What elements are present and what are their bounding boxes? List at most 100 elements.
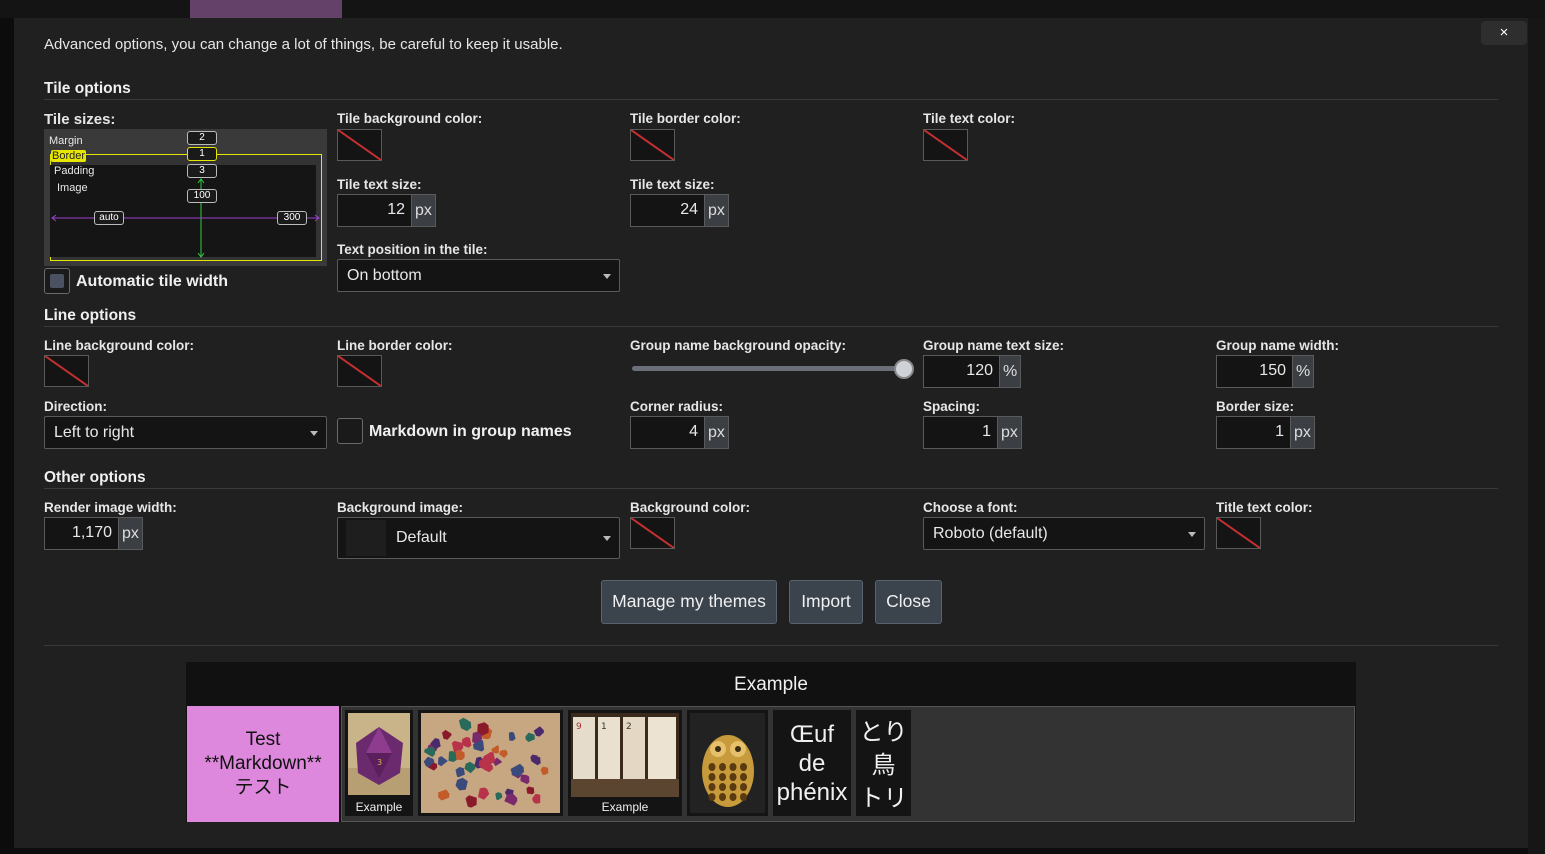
manage-themes-button[interactable]: Manage my themes	[601, 580, 777, 624]
import-button[interactable]: Import	[789, 580, 863, 624]
owl-carving	[729, 763, 737, 771]
owl-carving	[719, 793, 726, 801]
spacing-label: Spacing:	[923, 399, 981, 414]
line-bg-color-picker[interactable]	[44, 355, 89, 387]
min-width-input[interactable]: auto	[94, 211, 124, 225]
title-text-color-label: Title text color:	[1216, 500, 1313, 515]
preview-title: Example	[734, 674, 808, 695]
px-unit: px	[998, 416, 1022, 449]
tile-border-color-picker[interactable]	[630, 129, 675, 161]
border-size-label: Border size:	[1216, 399, 1295, 414]
px-unit: px	[1291, 416, 1315, 449]
divider	[44, 99, 1498, 100]
corner-radius-label: Corner radius:	[630, 399, 724, 414]
owl-carving	[740, 783, 747, 791]
owl-carving	[719, 783, 726, 791]
owl-carving	[729, 783, 737, 791]
px-unit: px	[705, 416, 729, 449]
bg-image-thumbnail	[346, 520, 386, 556]
other-options-title: Other options	[44, 469, 146, 486]
font-value: Roboto (default)	[933, 525, 1048, 542]
group-width-label: Group name width:	[1216, 338, 1339, 353]
tile-text-line: Œuf	[789, 721, 834, 748]
group-name-line: Test	[245, 729, 281, 750]
render-width-field: 1,170 px	[44, 517, 143, 550]
group-opacity-slider-thumb[interactable]	[894, 359, 914, 379]
tile-text-color-picker[interactable]	[923, 129, 968, 161]
px-unit: px	[705, 194, 729, 227]
owl-image	[690, 713, 765, 813]
bg-image-label: Background image:	[337, 500, 464, 515]
bg-image-value: Default	[396, 529, 447, 546]
line-border-color-picker[interactable]	[337, 355, 382, 387]
chevron-down-icon	[1188, 532, 1196, 537]
percent-unit: %	[1293, 355, 1315, 388]
render-width-input[interactable]: 1,170	[44, 517, 119, 550]
border-size-field: 1 px	[1216, 416, 1315, 449]
group-opacity-slider-track[interactable]	[632, 366, 904, 371]
background-side-strip	[1528, 18, 1545, 854]
bg-image-select[interactable]: Default	[337, 517, 620, 559]
border-size-input[interactable]: 1	[1216, 416, 1291, 449]
owl-carving	[740, 763, 747, 771]
font-select[interactable]: Roboto (default)	[923, 517, 1205, 550]
tile-bg-color-picker[interactable]	[337, 129, 382, 161]
auto-tile-width-checkbox[interactable]	[44, 268, 70, 294]
tile-bg-color-label: Tile background color:	[337, 111, 483, 126]
chevron-down-icon	[310, 431, 318, 436]
owl-carving	[729, 773, 737, 781]
close-modal-button[interactable]: ×	[1481, 21, 1527, 45]
tile-sizes-diagram: Margin Border Padding Image 2 1 3 100 au…	[44, 129, 327, 266]
preview-tile-dice-pile	[418, 710, 563, 816]
preview-group-name: Test **Markdown** テスト	[187, 706, 339, 822]
max-width-input[interactable]: 300	[277, 211, 307, 225]
preview-tile-cards: 9 1 2 Example	[568, 710, 682, 816]
tile-text-color-label: Tile text color:	[923, 111, 1016, 126]
group-name-line: テスト	[234, 777, 292, 798]
owl-carving	[719, 763, 726, 771]
group-name-line: **Markdown**	[204, 753, 322, 774]
divider	[44, 488, 1498, 489]
tile-text-size-field: 12 px	[337, 194, 436, 227]
owl-carving	[740, 773, 747, 781]
image-size-input[interactable]: 100	[187, 189, 217, 203]
diagram-arrows	[51, 178, 320, 258]
group-width-field: 150 %	[1216, 355, 1315, 388]
svg-text:1: 1	[601, 722, 607, 732]
owl-carving	[719, 773, 726, 781]
d20-dice-image: 3	[348, 713, 410, 795]
group-text-size-label: Group name text size:	[923, 338, 1065, 353]
bg-color-label: Background color:	[630, 500, 751, 515]
group-opacity-label: Group name background opacity:	[630, 338, 847, 353]
chevron-down-icon	[603, 536, 611, 541]
markdown-group-names-checkbox[interactable]	[337, 418, 363, 444]
title-text-color-picker[interactable]	[1216, 517, 1261, 549]
tile-text-size-input-2[interactable]: 24	[630, 194, 705, 227]
tile-border-color-label: Tile border color:	[630, 111, 741, 126]
tile-sizes-label: Tile sizes:	[44, 111, 116, 128]
auto-tile-width-label: Automatic tile width	[76, 273, 228, 290]
spacing-field: 1 px	[923, 416, 1022, 449]
corner-radius-input[interactable]: 4	[630, 416, 705, 449]
tile-text-size-label-2: Tile text size:	[630, 177, 715, 192]
close-button[interactable]: Close	[875, 580, 942, 624]
bg-color-picker[interactable]	[630, 517, 675, 549]
text-position-value: On bottom	[347, 267, 422, 284]
group-text-size-input[interactable]: 120	[923, 355, 1000, 388]
divider	[44, 326, 1498, 327]
direction-label: Direction:	[44, 399, 108, 414]
direction-select[interactable]: Left to right	[44, 416, 327, 449]
text-position-label: Text position in the tile:	[337, 242, 488, 257]
dice-pile-image	[421, 713, 560, 813]
divider	[44, 645, 1498, 646]
line-border-color-label: Line border color:	[337, 338, 453, 353]
group-width-input[interactable]: 150	[1216, 355, 1293, 388]
owl-carving	[740, 793, 747, 801]
owl-carving	[729, 793, 737, 801]
text-position-select[interactable]: On bottom	[337, 259, 620, 292]
tile-text-size-input[interactable]: 12	[337, 194, 412, 227]
tile-text-size-label: Tile text size:	[337, 177, 422, 192]
tile-caption: Example	[601, 800, 649, 814]
spacing-input[interactable]: 1	[923, 416, 998, 449]
tile-caption: Example	[355, 800, 403, 814]
